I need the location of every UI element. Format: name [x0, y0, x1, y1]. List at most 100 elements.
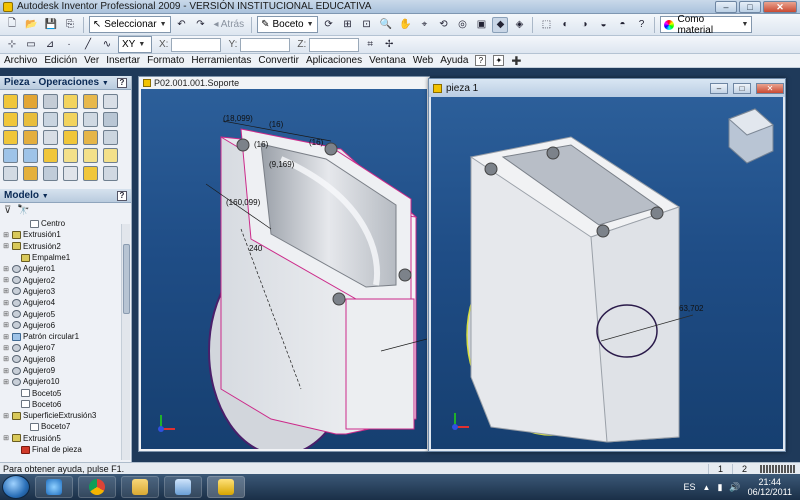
- scrollbar-thumb[interactable]: [123, 244, 130, 314]
- graphics-viewport[interactable]: 63,702: [431, 97, 783, 449]
- sketch-dropdown[interactable]: ✎ Boceto ▼: [257, 16, 318, 33]
- zoom-window-icon[interactable]: ⊡: [359, 17, 375, 33]
- tree-item[interactable]: ⊞ Patrón circular1: [2, 331, 131, 342]
- expand-icon[interactable]: ⊞: [2, 367, 10, 375]
- sketch-plane-icon[interactable]: ▭: [23, 37, 39, 53]
- save-icon[interactable]: 💾: [42, 17, 58, 33]
- work-point-icon[interactable]: [103, 148, 118, 163]
- dimension-d6[interactable]: (160,099): [226, 198, 261, 207]
- document-window-title-bar[interactable]: pieza 1 – □ ✕: [429, 79, 785, 97]
- promote-icon[interactable]: [43, 166, 58, 181]
- close-document-button[interactable]: ✕: [756, 82, 784, 94]
- filter-icon[interactable]: ⊽: [4, 205, 11, 216]
- start-button[interactable]: [2, 475, 30, 499]
- tree-item[interactable]: Final de pieza: [2, 444, 131, 455]
- tree-item[interactable]: ⊞ Agujero10: [2, 376, 131, 387]
- mirror-icon[interactable]: [43, 148, 58, 163]
- taskbar-inventor[interactable]: [207, 476, 245, 498]
- expand-icon[interactable]: ⊞: [2, 321, 10, 329]
- help-icon[interactable]: ?: [633, 17, 649, 33]
- fillet-icon[interactable]: [63, 94, 78, 109]
- clock[interactable]: 21:44 06/12/2011: [748, 477, 792, 497]
- taskbar-explorer[interactable]: [121, 476, 159, 498]
- help-icon[interactable]: ?: [117, 190, 127, 201]
- tree-item[interactable]: Boceto5: [2, 387, 131, 398]
- tree-item[interactable]: ⊞ Extrusión5: [2, 433, 131, 444]
- edit-coordinate-icon[interactable]: ⊿: [42, 37, 58, 53]
- look-at-icon[interactable]: ◎: [454, 17, 470, 33]
- thread-icon[interactable]: [83, 112, 98, 127]
- copy-object-icon[interactable]: [103, 130, 118, 145]
- expand-icon[interactable]: ⊞: [2, 265, 10, 273]
- hole-icon[interactable]: [43, 94, 58, 109]
- graphics-viewport[interactable]: (18,099) (16) (16) (16) (9,169) (160,099…: [141, 89, 427, 449]
- material-dropdown[interactable]: Como material ▼: [660, 14, 753, 36]
- help-topics-icon[interactable]: ?: [475, 55, 487, 66]
- circular-pattern-icon[interactable]: [23, 148, 38, 163]
- pan-icon[interactable]: ✋: [397, 17, 413, 33]
- tree-item[interactable]: ⊞ Extrusión2: [2, 241, 131, 252]
- measurement-value[interactable]: 63,702: [679, 304, 704, 313]
- tree-item[interactable]: ⊞ Agujero2: [2, 274, 131, 285]
- half-section-icon[interactable]: ◐: [557, 17, 573, 33]
- rectangular-pattern-icon[interactable]: [3, 148, 18, 163]
- tree-item[interactable]: Empalme1: [2, 252, 131, 263]
- volume-icon[interactable]: 🔊: [729, 482, 740, 493]
- tree-item[interactable]: ⊞ Agujero4: [2, 297, 131, 308]
- expand-icon[interactable]: ⊞: [2, 310, 10, 318]
- zoom-selected-icon[interactable]: ⌖: [416, 17, 432, 33]
- tree-item[interactable]: Boceto6: [2, 399, 131, 410]
- tree-item[interactable]: Boceto7: [2, 421, 131, 432]
- expand-icon[interactable]: ⊞: [2, 378, 10, 386]
- network-icon[interactable]: ▮: [717, 482, 722, 493]
- expand-icon[interactable]: ⊞: [2, 231, 10, 239]
- menu-herramientas[interactable]: Herramientas: [191, 55, 251, 66]
- precise-input-icon[interactable]: ✢: [381, 37, 397, 53]
- expand-icon[interactable]: ⊞: [2, 344, 10, 352]
- plane-dropdown[interactable]: XY ▼: [118, 36, 152, 53]
- orbit-icon[interactable]: ⟲: [435, 17, 451, 33]
- update-icon[interactable]: ⟳: [321, 17, 337, 33]
- minimize-button[interactable]: –: [715, 0, 737, 13]
- language-indicator[interactable]: ES: [684, 482, 696, 492]
- work-axis-icon[interactable]: [83, 148, 98, 163]
- menu-aplicaciones[interactable]: Aplicaciones: [306, 55, 362, 66]
- thicken-icon[interactable]: [83, 130, 98, 145]
- model-browser-scrollbar[interactable]: [121, 224, 130, 460]
- taskbar-windows[interactable]: [164, 476, 202, 498]
- select-dropdown[interactable]: ↖ Seleccionar ▼: [88, 16, 171, 33]
- coil-icon[interactable]: [43, 112, 58, 127]
- add-icon[interactable]: ✚: [511, 54, 521, 68]
- analysis-icon[interactable]: ◓: [614, 17, 630, 33]
- menu-edicion[interactable]: Edición: [44, 55, 77, 66]
- sculpt-icon[interactable]: [83, 166, 98, 181]
- decal-icon[interactable]: [43, 130, 58, 145]
- face-draft-icon[interactable]: [3, 130, 18, 145]
- operations-panel-header[interactable]: Pieza - Operaciones ▼ ?: [0, 76, 131, 90]
- tree-item[interactable]: ⊞ Agujero1: [2, 263, 131, 274]
- new-file-icon[interactable]: 🗋: [4, 17, 20, 33]
- derived-component-icon[interactable]: [23, 166, 38, 181]
- zoom-all-icon[interactable]: ⊞: [340, 17, 356, 33]
- work-plane-icon[interactable]: [63, 148, 78, 163]
- spline-icon[interactable]: ∿: [99, 37, 115, 53]
- redo-icon[interactable]: ↷: [193, 17, 209, 33]
- tree-item[interactable]: ⊞ Agujero6: [2, 320, 131, 331]
- expand-icon[interactable]: ⊞: [2, 287, 10, 295]
- taskbar-ie[interactable]: [35, 476, 73, 498]
- restore-document-button[interactable]: □: [733, 82, 751, 94]
- expand-icon[interactable]: ⊞: [2, 412, 10, 420]
- close-button[interactable]: ✕: [763, 0, 797, 13]
- parameters-icon[interactable]: [63, 166, 78, 181]
- zoom-icon[interactable]: 🔍: [378, 17, 394, 33]
- tree-item[interactable]: ⊞ Agujero7: [2, 342, 131, 353]
- whats-new-icon[interactable]: ✦: [493, 55, 505, 66]
- back-button[interactable]: ◂ Atrás: [212, 19, 247, 30]
- tree-item[interactable]: ⊞ Agujero9: [2, 365, 131, 376]
- sweep-icon[interactable]: [23, 112, 38, 127]
- chamfer-icon[interactable]: [83, 94, 98, 109]
- tree-item[interactable]: ⊞ Extrusión1: [2, 229, 131, 240]
- x-coordinate-input[interactable]: [171, 37, 222, 52]
- model-panel-header[interactable]: Modelo ▼ ?: [0, 189, 131, 203]
- expand-icon[interactable]: ⊞: [2, 333, 10, 341]
